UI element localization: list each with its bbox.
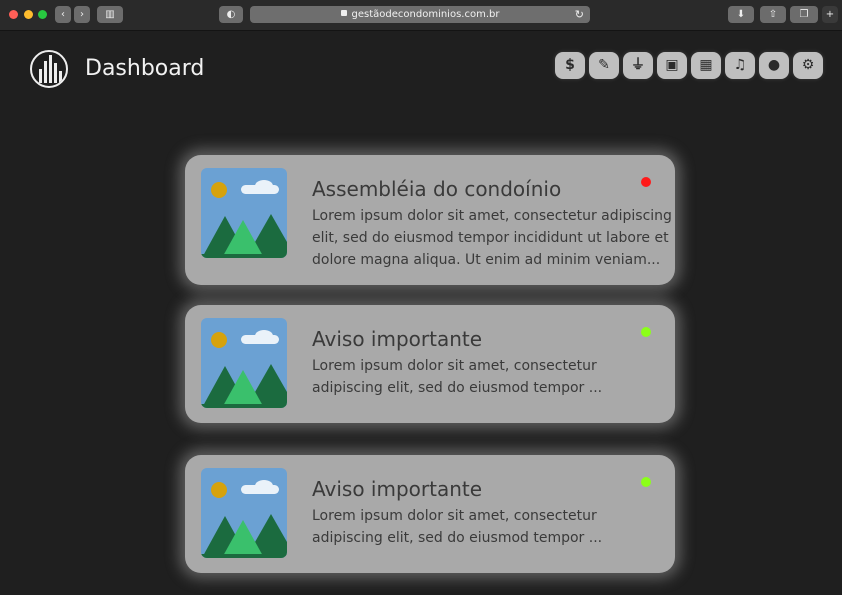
notice-card[interactable]: Assembléia do condoínio Lorem ipsum dolo… <box>185 155 675 285</box>
tabs-icon: ❐ <box>799 9 809 20</box>
address-bar[interactable]: gestãodecondominios.com.br ↻ <box>250 6 590 23</box>
browser-toolbar: ‹ › ▥ ◐ gestãodecondominios.com.br ↻ ⬇ ⇧… <box>0 0 842 31</box>
sidebar-icon: ▥ <box>105 9 115 20</box>
wrench-icon: ✎ <box>598 57 610 73</box>
reload-icon[interactable]: ↻ <box>575 6 584 23</box>
minimize-window-button[interactable] <box>24 10 33 19</box>
card-body: Lorem ipsum dolor sit amet, consectetur … <box>312 508 603 546</box>
image-placeholder-icon <box>201 168 287 258</box>
url-text: gestãodecondominios.com.br <box>351 9 500 20</box>
gear-icon: ⚙ <box>801 57 815 73</box>
status-indicator <box>641 177 651 187</box>
user-icon: ● <box>767 57 781 73</box>
profile-button[interactable]: ● <box>759 52 789 79</box>
share-button[interactable]: ⇧ <box>760 6 786 23</box>
notice-card[interactable]: Aviso importante Lorem ipsum dolor sit a… <box>185 305 675 423</box>
card-body: Lorem ipsum dolor sit amet, consectetur … <box>312 358 603 396</box>
settings-button[interactable]: ⚙ <box>793 52 823 79</box>
maintenance-button[interactable]: ✎ <box>589 52 619 79</box>
sidebar-toggle-button[interactable]: ▥ <box>97 6 123 23</box>
plus-icon: + <box>825 9 835 20</box>
dollar-icon: $ <box>565 57 575 73</box>
app-logo[interactable] <box>30 50 68 88</box>
tabs-overview-button[interactable]: ❐ <box>790 6 818 23</box>
downloads-button[interactable]: ⬇ <box>728 6 754 23</box>
back-button[interactable]: ‹ <box>55 6 71 23</box>
calendar-icon: ▦ <box>699 57 713 73</box>
calculator-icon: ▣ <box>665 57 679 73</box>
shield-icon: ◐ <box>226 9 236 20</box>
chevron-left-icon: ‹ <box>61 9 65 20</box>
zoom-window-button[interactable] <box>38 10 47 19</box>
status-indicator <box>641 477 651 487</box>
notifications-button[interactable]: ♫ <box>725 52 755 79</box>
download-icon: ⬇ <box>736 9 746 20</box>
image-placeholder-icon <box>201 468 287 558</box>
image-placeholder-icon <box>201 318 287 408</box>
plug-icon: ⏚ <box>631 57 645 73</box>
finance-button[interactable]: $ <box>555 52 585 79</box>
calculator-button[interactable]: ▣ <box>657 52 687 79</box>
card-body: Lorem ipsum dolor sit amet, consectetur … <box>312 208 672 268</box>
card-title: Aviso importante <box>312 477 483 501</box>
status-indicator <box>641 327 651 337</box>
notice-card[interactable]: Aviso importante Lorem ipsum dolor sit a… <box>185 455 675 573</box>
new-tab-button[interactable]: + <box>822 6 838 23</box>
chevron-right-icon: › <box>80 9 84 20</box>
utilities-button[interactable]: ⏚ <box>623 52 653 79</box>
page-title: Dashboard <box>85 56 205 81</box>
card-title: Assembléia do condoínio <box>312 177 562 201</box>
calendar-button[interactable]: ▦ <box>691 52 721 79</box>
close-window-button[interactable] <box>9 10 18 19</box>
share-icon: ⇧ <box>768 9 778 20</box>
bell-icon: ♫ <box>733 57 747 73</box>
lock-icon <box>340 10 347 16</box>
card-title: Aviso importante <box>312 327 483 351</box>
forward-button[interactable]: › <box>74 6 90 23</box>
privacy-button[interactable]: ◐ <box>219 6 243 23</box>
